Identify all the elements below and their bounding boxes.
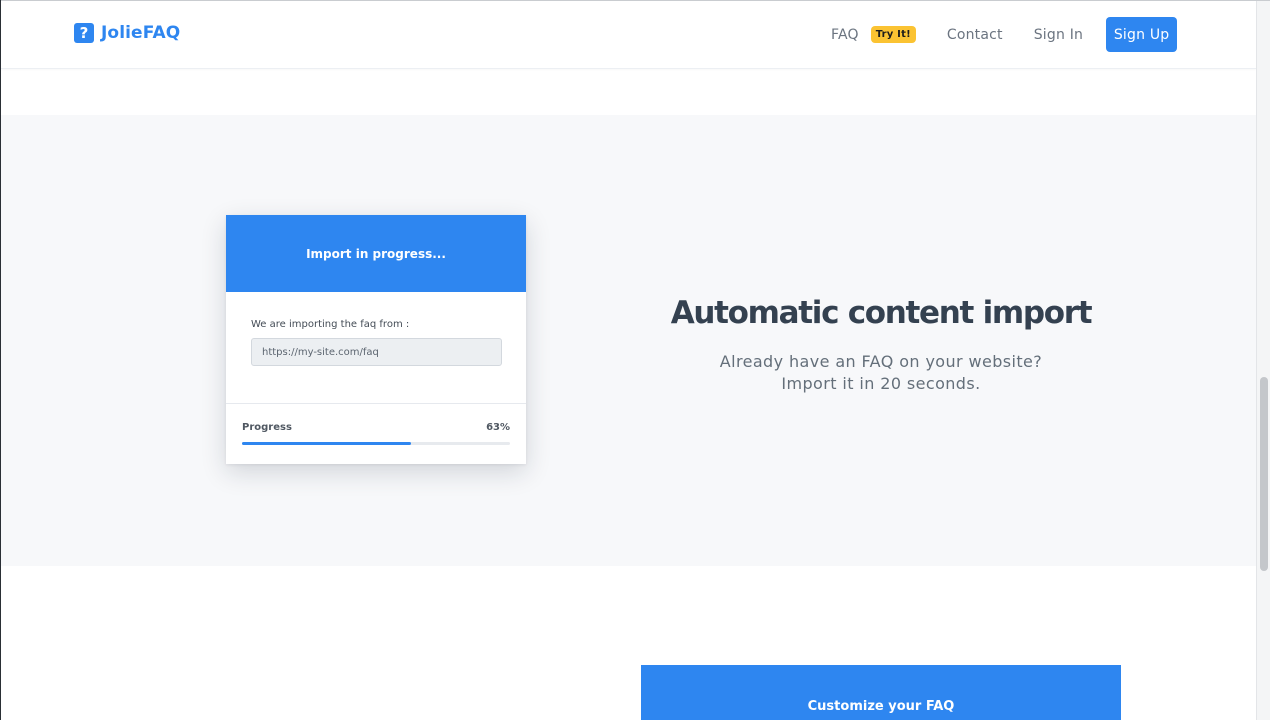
feature-subtitle: Already have an FAQ on your website? Imp… xyxy=(631,351,1131,395)
nav-faq-label: FAQ xyxy=(831,26,859,43)
brand-logo-link[interactable]: ? JolieFAQ xyxy=(74,23,180,43)
customize-card-title: Customize your FAQ xyxy=(807,699,955,714)
navbar: ? JolieFAQ FAQ Try It! Contact Sign In S… xyxy=(1,1,1256,69)
customize-faq-card: Customize your FAQ xyxy=(641,665,1121,720)
progress-bar-track xyxy=(242,442,510,445)
import-source-url-field: https://my-site.com/faq xyxy=(251,338,502,366)
import-card-title: Import in progress... xyxy=(306,246,446,261)
signup-button[interactable]: Sign Up xyxy=(1106,17,1178,52)
page-scrollbar[interactable] xyxy=(1256,1,1270,720)
scrollbar-thumb[interactable] xyxy=(1260,377,1268,571)
import-progress: Progress 63% xyxy=(226,404,526,445)
progress-bar-fill xyxy=(242,442,411,445)
nav-contact-link[interactable]: Contact xyxy=(947,27,1003,43)
try-it-badge: Try It! xyxy=(870,26,916,43)
nav-signin-link[interactable]: Sign In xyxy=(1034,27,1083,43)
main-nav: FAQ Try It! Contact Sign In Sign Up xyxy=(831,17,1178,52)
progress-header: Progress 63% xyxy=(242,422,510,433)
nav-faq-link[interactable]: FAQ Try It! xyxy=(831,26,916,43)
feature-text: Automatic content import Already have an… xyxy=(631,295,1131,395)
progress-label: Progress xyxy=(242,422,292,433)
brand-name: JolieFAQ xyxy=(101,23,181,43)
import-progress-card: Import in progress... We are importing t… xyxy=(226,215,526,464)
feature-subtitle-line-1: Already have an FAQ on your website? xyxy=(719,352,1043,371)
feature-title: Automatic content import xyxy=(670,295,1093,331)
import-card-body: We are importing the faq from : https://… xyxy=(226,292,526,404)
import-feature-section: Import in progress... We are importing t… xyxy=(1,115,1256,566)
import-source-label: We are importing the faq from : xyxy=(251,319,410,330)
page: ? JolieFAQ FAQ Try It! Contact Sign In S… xyxy=(1,1,1256,720)
progress-percent: 63% xyxy=(486,422,510,433)
question-mark-icon: ? xyxy=(74,23,94,43)
import-card-header: Import in progress... xyxy=(226,215,526,292)
feature-subtitle-line-2: Import it in 20 seconds. xyxy=(781,374,981,393)
